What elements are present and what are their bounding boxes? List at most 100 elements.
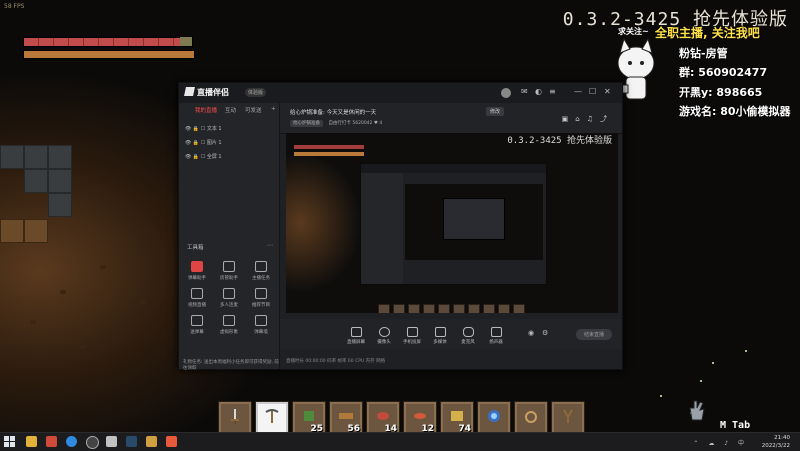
control-media[interactable]: 多媒体 (426, 327, 454, 345)
edge-icon[interactable] (66, 436, 77, 447)
scroll-icon (451, 411, 463, 421)
stream-preview[interactable]: 0.3.2-3425 抢先体验版 (286, 133, 618, 313)
tool-manager[interactable]: 房管助手 (214, 261, 244, 281)
slot-count: 56 (347, 424, 360, 432)
steam-icon[interactable] (126, 436, 137, 447)
app-red-icon[interactable] (46, 436, 57, 447)
clock-date: 2022/3/22 (761, 443, 790, 449)
avatar-icon (223, 315, 235, 326)
app-titlebar: 直播伴侣 体验版 ✉ ◐ ≡ — ☐ ✕ (179, 83, 622, 103)
hotbar-slot[interactable]: 74 (440, 401, 474, 432)
bell-icon[interactable]: ♫ (587, 115, 600, 123)
system-tray[interactable]: ⌃ ☁ ♪ 中 (693, 438, 748, 447)
layer-label: 全屏 1 (206, 154, 222, 160)
tab-interact[interactable]: 互动 (225, 106, 236, 114)
task-icon (255, 261, 267, 272)
monitor-icon[interactable] (106, 436, 117, 447)
preview-version-label: 0.3.2-3425 抢先体验版 (507, 136, 612, 146)
tab-my-live[interactable]: 我的直播 (195, 106, 217, 114)
toolbox-title: 工具箱 (187, 245, 204, 251)
danmu-icon (191, 261, 203, 272)
wall-icon (255, 315, 267, 326)
layer-label: 文本 1 (206, 126, 222, 132)
control-phone[interactable]: 手机投屏 (398, 327, 426, 345)
menu-icon[interactable]: ≡ (549, 87, 556, 96)
gift-box-icon[interactable]: ▣ (562, 115, 576, 123)
layer-item[interactable]: 👁 🔒 ☐ 图片 1 (185, 139, 222, 146)
control-camera[interactable]: 摄像头 (370, 327, 398, 345)
tab-sendable[interactable]: 可发送 (245, 106, 262, 114)
hotbar-slot[interactable]: 25 (292, 401, 326, 432)
app-name: 直播伴侣 (197, 88, 229, 97)
streaming-app-window: 直播伴侣 体验版 ✉ ◐ ≡ — ☐ ✕ 我的直播 互动 可发送 + 👁 🔒 ☐… (178, 82, 623, 371)
file-explorer-icon[interactable] (26, 436, 37, 447)
hotbar-slot[interactable]: 56 (329, 401, 363, 432)
fish-icon (414, 413, 426, 419)
screen-icon (350, 327, 362, 337)
hotbar-slot[interactable]: 12 (403, 401, 437, 432)
tool-danmu[interactable]: 弹幕助手 (182, 261, 212, 281)
more-icon[interactable]: ⋯ (267, 242, 273, 249)
control-screen[interactable]: 直播屏幕 (342, 327, 370, 345)
end-live-button[interactable]: 结束直播 (575, 329, 612, 340)
share-icon[interactable]: ⤴ (600, 115, 614, 123)
hotbar-slot[interactable]: 14 (366, 401, 400, 432)
game-scene: 58 FPS 0.3.2-3425 抢先体验版 求关注~ 全职主播, 关注我吧 … (0, 0, 800, 432)
hotbar-slot[interactable] (551, 401, 585, 432)
stream-sub-info: 他心炉锅准备 自由行打卡 5620042 ♥ 4 (290, 120, 382, 127)
tool-label: 多人连麦 (220, 303, 238, 308)
sword-icon (231, 409, 239, 424)
tool-label: 主播任务 (252, 276, 270, 281)
maximize-icon[interactable]: ☐ (589, 87, 596, 96)
camera-icon (378, 327, 390, 337)
hotbar-slot[interactable] (477, 401, 511, 432)
user-avatar-icon[interactable] (501, 88, 511, 98)
hotbar-slot[interactable] (514, 401, 548, 432)
seed-icon (304, 411, 314, 421)
skin-icon[interactable]: ◐ (535, 87, 542, 96)
tool-gift[interactable]: 送弹幕 (182, 315, 212, 335)
mail-icon[interactable]: ✉ (521, 87, 528, 96)
preview-health-bar (294, 145, 364, 149)
add-source-icon[interactable]: + (271, 106, 276, 112)
tool-video[interactable]: 视频直播 (182, 288, 212, 308)
health-bar-cap (180, 37, 192, 46)
category-chip[interactable]: 他心炉锅准备 (290, 120, 323, 127)
windows-start-icon[interactable] (4, 436, 15, 447)
close-icon[interactable]: ✕ (604, 87, 611, 96)
gift-icon (191, 315, 203, 326)
lock-icon[interactable]: ⌂ (575, 115, 586, 123)
live-app-icon[interactable] (166, 436, 177, 447)
slot-count: 25 (310, 424, 323, 432)
control-mic[interactable]: 麦克风 (454, 327, 482, 345)
edit-title-button[interactable]: 修改 (486, 107, 505, 116)
tool-multi[interactable]: 多人连麦 (214, 288, 244, 308)
control-speaker[interactable]: 扬声器 (482, 327, 510, 345)
game-icon[interactable] (146, 436, 157, 447)
settings-icon[interactable]: ⚙ (542, 329, 548, 337)
tool-task[interactable]: 主播任务 (246, 261, 276, 281)
minimize-icon[interactable]: — (574, 87, 582, 96)
overlay-line-4: 游戏名: 80小偷模拟器 (679, 105, 791, 118)
stone-tiles (0, 145, 180, 255)
preview-hotbar (378, 301, 528, 313)
tool-wall[interactable]: 弹幕墙 (246, 315, 276, 335)
hotbar-slot[interactable] (218, 401, 252, 432)
ring-icon (525, 411, 537, 423)
obs-icon[interactable] (86, 436, 99, 449)
hotbar-slot[interactable] (255, 401, 289, 432)
record-icon[interactable]: ◉ (528, 329, 534, 337)
tool-avatar[interactable]: 虚拟形象 (214, 315, 244, 335)
tool-label: 弹幕墙 (254, 330, 268, 335)
layer-item[interactable]: 👁 🔒 ☐ 文本 1 (185, 125, 222, 132)
tool-label: 虚拟形象 (220, 330, 238, 335)
meat-icon (377, 412, 389, 420)
pickaxe-icon (265, 409, 279, 423)
clock[interactable]: 21:40 2022/3/22 (762, 434, 790, 450)
overlay-title: 全职主播, 关注我吧 (655, 26, 760, 40)
overlay-line-2: 群: 560902477 (679, 66, 768, 79)
layer-item[interactable]: 👁 🔒 ☐ 全屏 1 (185, 153, 222, 160)
manager-icon (223, 261, 235, 272)
tool-recommend[interactable]: 推荐节目 (246, 288, 276, 308)
tool-label: 弹幕助手 (188, 276, 206, 281)
